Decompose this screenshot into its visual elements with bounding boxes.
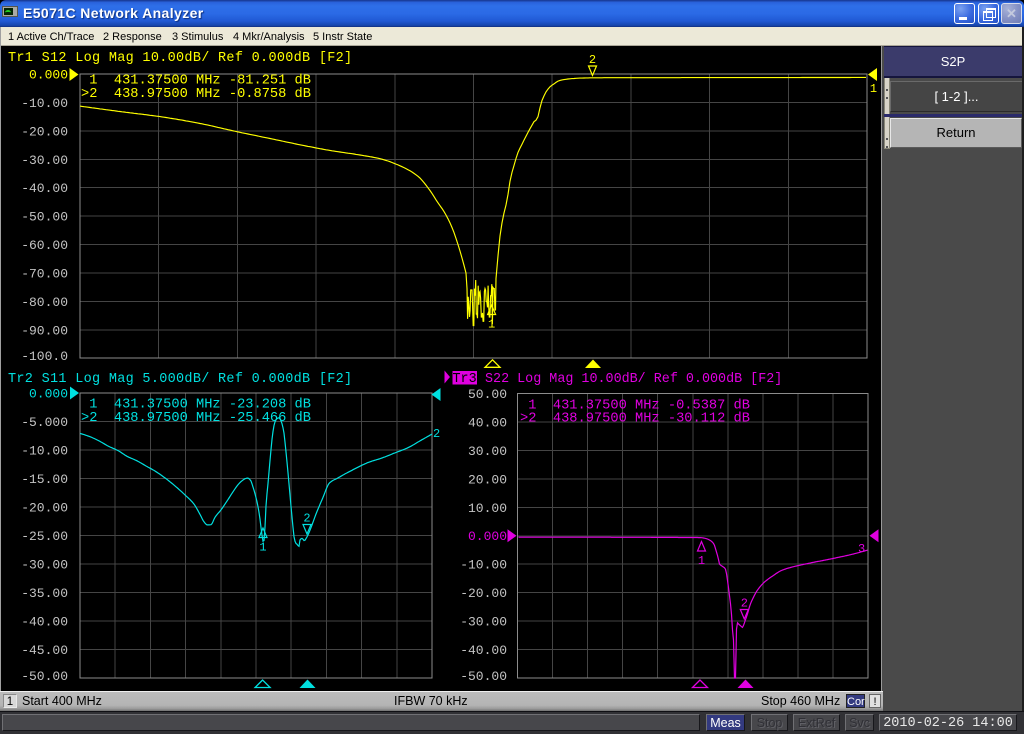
svg-text:30.00: 30.00: [468, 444, 507, 459]
svg-text:1: 1: [698, 554, 705, 568]
svg-text:-45.00: -45.00: [21, 643, 68, 658]
svg-text:>2 438.97500 MHz -0.8758 dB: >2 438.97500 MHz -0.8758 dB: [81, 87, 311, 102]
svg-text:-25.00: -25.00: [21, 529, 68, 544]
svg-text:2: 2: [433, 427, 440, 441]
svg-text:-10.00: -10.00: [21, 444, 68, 459]
svg-text:3: 3: [858, 542, 865, 556]
svg-text:-40.00: -40.00: [21, 181, 68, 196]
svg-text:-30.00: -30.00: [460, 615, 507, 630]
svg-text:1: 1: [870, 82, 877, 96]
svg-text:Tr1 S12 Log Mag 10.00dB/ Ref 0: Tr1 S12 Log Mag 10.00dB/ Ref 0.000dB [F2…: [8, 51, 352, 66]
svg-text:2: 2: [589, 53, 596, 67]
svg-text:-80.00: -80.00: [21, 295, 68, 310]
svg-text:-70.00: -70.00: [21, 266, 68, 281]
svg-text:-100.0: -100.0: [21, 349, 68, 364]
svg-text:-30.00: -30.00: [21, 558, 68, 573]
svg-text:S22 Log Mag 10.00dB/ Ref 0.000: S22 Log Mag 10.00dB/ Ref 0.000dB [F2]: [485, 372, 782, 387]
svg-text:-20.00: -20.00: [21, 501, 68, 516]
svg-text:-90.00: -90.00: [21, 323, 68, 338]
svg-text:-50.00: -50.00: [21, 669, 68, 684]
svg-text:-60.00: -60.00: [21, 238, 68, 253]
svg-text:2: 2: [741, 597, 748, 611]
svg-text:-40.00: -40.00: [460, 643, 507, 658]
svg-text:-30.00: -30.00: [21, 153, 68, 168]
svg-text:-5.000: -5.000: [21, 415, 68, 430]
svg-text:-20.00: -20.00: [460, 586, 507, 601]
svg-text:>2 438.97500 MHz -30.112 dB: >2 438.97500 MHz -30.112 dB: [520, 412, 750, 427]
svg-text:-10.00: -10.00: [460, 558, 507, 573]
svg-text:Tr2 S11 Log Mag 5.000dB/ Ref 0: Tr2 S11 Log Mag 5.000dB/ Ref 0.000dB [F2…: [8, 372, 352, 387]
svg-text:>2 438.97500 MHz -25.466 dB: >2 438.97500 MHz -25.466 dB: [81, 411, 311, 426]
svg-text:-20.00: -20.00: [21, 124, 68, 139]
svg-text:50.00: 50.00: [468, 387, 507, 402]
svg-text:-35.00: -35.00: [21, 586, 68, 601]
svg-text:0.000: 0.000: [29, 68, 68, 83]
svg-text:1: 1: [488, 318, 495, 332]
svg-text:10.00: 10.00: [468, 501, 507, 516]
svg-text:-10.00: -10.00: [21, 96, 68, 111]
svg-text:-50.00: -50.00: [460, 669, 507, 684]
svg-text:40.00: 40.00: [468, 415, 507, 430]
svg-text:-40.00: -40.00: [21, 615, 68, 630]
svg-text:0.000: 0.000: [468, 529, 507, 544]
svg-text:-15.00: -15.00: [21, 472, 68, 487]
svg-text:2: 2: [303, 512, 310, 526]
svg-text:Tr3: Tr3: [453, 372, 477, 387]
svg-text:1: 1: [259, 541, 266, 555]
svg-text:20.00: 20.00: [468, 472, 507, 487]
svg-text:-50.00: -50.00: [21, 210, 68, 225]
svg-text:0.000: 0.000: [29, 387, 68, 402]
